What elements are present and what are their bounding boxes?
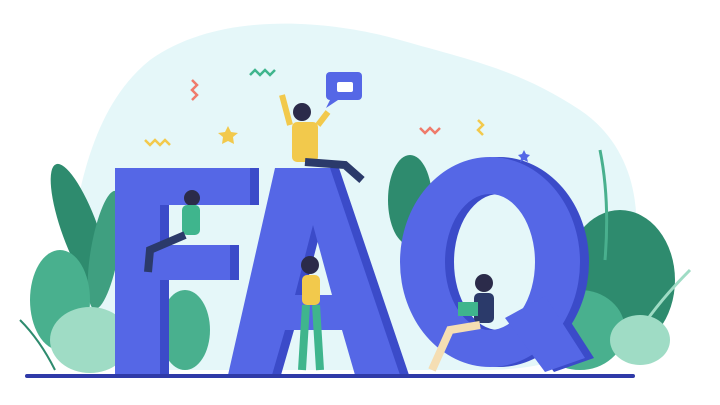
faq-illustration: [19, 23, 692, 378]
ground-line: [25, 374, 635, 378]
